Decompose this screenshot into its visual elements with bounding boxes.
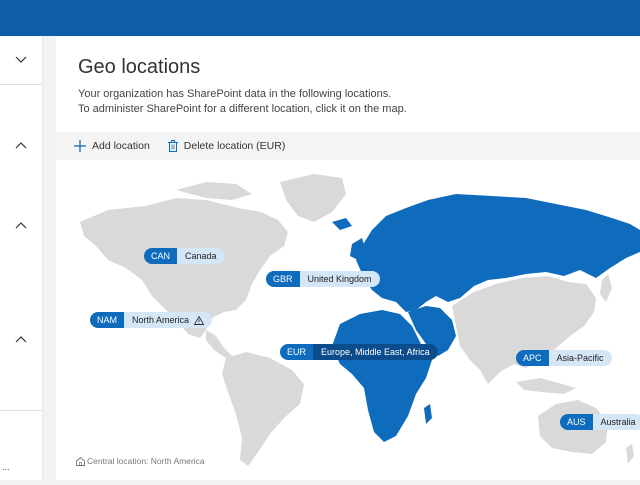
sidebar-expand-toggle[interactable] bbox=[0, 214, 42, 236]
land-new-zealand bbox=[626, 444, 634, 464]
chevron-up-icon bbox=[15, 142, 27, 149]
trash-icon bbox=[167, 140, 178, 152]
chevron-up-icon bbox=[15, 336, 27, 343]
plus-icon bbox=[74, 140, 86, 152]
location-name: North America bbox=[124, 312, 213, 328]
location-code: EUR bbox=[280, 344, 314, 360]
home-building-icon bbox=[76, 456, 85, 466]
central-location-note: Central location: North America bbox=[76, 456, 205, 466]
location-name: Europe, Middle East, Africa bbox=[313, 344, 438, 360]
chevron-up-icon bbox=[15, 222, 27, 229]
page-description: Your organization has SharePoint data in… bbox=[78, 87, 407, 117]
land-japan bbox=[600, 274, 612, 302]
sidebar-collapse-toggle[interactable] bbox=[0, 49, 42, 71]
location-label-gbr[interactable]: GBR United Kingdom bbox=[266, 271, 380, 287]
sidebar-more[interactable]: ... bbox=[2, 462, 10, 472]
land-madagascar bbox=[424, 404, 432, 424]
central-location-text: Central location: North America bbox=[87, 456, 205, 466]
delete-location-button[interactable]: Delete location (EUR) bbox=[167, 140, 286, 152]
land-south-america bbox=[222, 352, 304, 466]
add-location-label: Add location bbox=[92, 140, 150, 152]
land-greenland bbox=[280, 174, 346, 222]
sidebar-divider bbox=[0, 410, 42, 411]
location-label-nam[interactable]: NAM North America bbox=[90, 312, 213, 328]
sidebar-expand-toggle[interactable] bbox=[0, 134, 42, 156]
location-name: Asia-Pacific bbox=[548, 350, 612, 366]
main-panel: Geo locations Your organization has Shar… bbox=[56, 36, 640, 480]
description-line-1: Your organization has SharePoint data in… bbox=[78, 88, 392, 100]
location-label-apc[interactable]: APC Asia-Pacific bbox=[516, 350, 612, 366]
command-bar: Add location Delete location (EUR) bbox=[56, 132, 640, 160]
warning-icon bbox=[194, 315, 205, 325]
location-name-text: North America bbox=[132, 315, 190, 325]
location-label-aus[interactable]: AUS Australia bbox=[560, 414, 640, 430]
land-indonesia bbox=[516, 378, 576, 394]
location-name: Canada bbox=[177, 248, 225, 264]
land-asia bbox=[452, 276, 596, 384]
add-location-button[interactable]: Add location bbox=[74, 140, 150, 152]
chevron-down-icon bbox=[15, 56, 27, 63]
sidebar-divider bbox=[0, 84, 42, 85]
location-name: United Kingdom bbox=[299, 271, 380, 287]
world-map[interactable]: CAN Canada GBR United Kingdom NAM North … bbox=[56, 160, 640, 480]
location-code: AUS bbox=[560, 414, 593, 430]
location-code: NAM bbox=[90, 312, 124, 328]
description-line-2: To administer SharePoint for a different… bbox=[78, 103, 407, 115]
top-bar bbox=[0, 0, 640, 36]
land-central-america bbox=[206, 330, 232, 358]
location-name: Australia bbox=[592, 414, 640, 430]
location-label-eur[interactable]: EUR Europe, Middle East, Africa bbox=[280, 344, 438, 360]
location-code: APC bbox=[516, 350, 549, 366]
land-iceland bbox=[332, 218, 352, 230]
location-code: CAN bbox=[144, 248, 178, 264]
land-arctic-islands bbox=[176, 182, 252, 200]
location-code: GBR bbox=[266, 271, 300, 287]
sidebar-expand-toggle[interactable] bbox=[0, 328, 42, 350]
delete-location-label: Delete location (EUR) bbox=[183, 140, 286, 152]
page-title: Geo locations bbox=[78, 56, 201, 78]
sidebar: ... bbox=[0, 36, 43, 480]
location-label-can[interactable]: CAN Canada bbox=[144, 248, 225, 264]
